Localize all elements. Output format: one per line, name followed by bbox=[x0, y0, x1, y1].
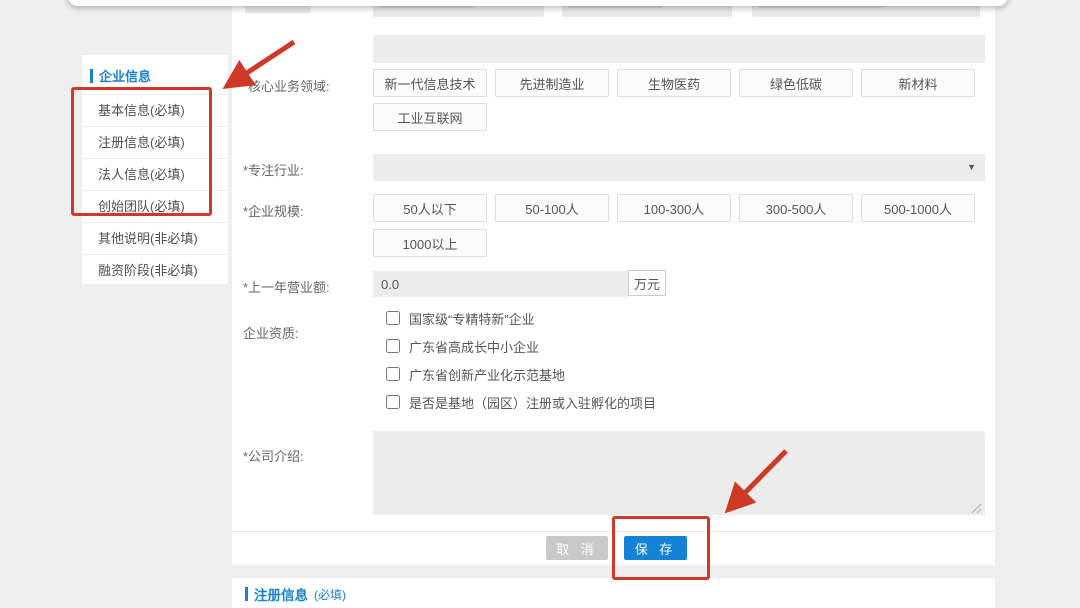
scale-option-100-300[interactable]: 100-300人 bbox=[617, 194, 731, 222]
section-marker-bar bbox=[90, 69, 93, 83]
core-option-new-it[interactable]: 新一代信息技术 bbox=[373, 69, 487, 97]
qualification-checkbox-2[interactable] bbox=[386, 339, 400, 353]
qualification-option-label: 国家级“专精特新”企业 bbox=[409, 309, 535, 328]
qualification-option-label: 广东省高成长中小企业 bbox=[409, 337, 539, 356]
company-intro-textarea[interactable] bbox=[373, 431, 985, 515]
sidebar-header: 企业信息 bbox=[82, 55, 228, 94]
qualification-checkbox-1[interactable] bbox=[386, 311, 400, 325]
qualifications-label: 企业资质: bbox=[243, 323, 299, 342]
revenue-unit: 万元 bbox=[628, 270, 666, 296]
window-bottom-bar bbox=[68, 0, 1008, 6]
page: *核心业务领域: 新一代信息技术 先进制造业 生物医药 绿色低碳 新材料 工业互… bbox=[0, 0, 1080, 608]
company-intro-label: *公司介绍: bbox=[243, 446, 304, 465]
sidebar: 企业信息 基本信息(必填) 注册信息(必填) 法人信息(必填) 创始团队(必填)… bbox=[82, 55, 228, 284]
core-option-new-materials[interactable]: 新材料 bbox=[861, 69, 975, 97]
scale-option-50-100[interactable]: 50-100人 bbox=[495, 194, 609, 222]
sidebar-item-founding-team[interactable]: 创始团队(必填) bbox=[82, 190, 228, 222]
footer-divider bbox=[232, 531, 995, 532]
industry-label: *专注行业: bbox=[243, 160, 304, 179]
section-marker-bar bbox=[245, 587, 248, 601]
cancel-button[interactable]: 取 消 bbox=[546, 536, 608, 560]
register-info-panel bbox=[232, 578, 995, 608]
sidebar-item-basic-info[interactable]: 基本信息(必填) bbox=[82, 94, 228, 126]
revenue-input[interactable] bbox=[373, 271, 628, 297]
business-field-input[interactable] bbox=[373, 35, 985, 63]
revenue-label: *上一年营业额: bbox=[243, 277, 330, 296]
qualification-checkbox-4[interactable] bbox=[386, 395, 400, 409]
sidebar-item-legal-person[interactable]: 法人信息(必填) bbox=[82, 158, 228, 190]
qualification-checkbox-3[interactable] bbox=[386, 367, 400, 381]
core-business-label: *核心业务领域: bbox=[243, 76, 330, 95]
save-button[interactable]: 保 存 bbox=[624, 536, 687, 560]
resize-handle-icon[interactable] bbox=[971, 503, 982, 514]
core-option-industrial-internet[interactable]: 工业互联网 bbox=[373, 103, 487, 131]
scale-option-under-50[interactable]: 50人以下 bbox=[373, 194, 487, 222]
register-info-required-tag: (必填) bbox=[314, 586, 346, 603]
core-option-adv-manufacturing[interactable]: 先进制造业 bbox=[495, 69, 609, 97]
scale-option-over-1000[interactable]: 1000以上 bbox=[373, 229, 487, 257]
sidebar-title: 企业信息 bbox=[99, 66, 151, 85]
sidebar-item-financing-stage[interactable]: 融资阶段(非必填) bbox=[82, 254, 228, 286]
scale-option-500-1000[interactable]: 500-1000人 bbox=[861, 194, 975, 222]
industry-select[interactable]: ▼ bbox=[373, 154, 985, 181]
register-info-title: 注册信息 bbox=[254, 584, 308, 604]
sidebar-item-other-notes[interactable]: 其他说明(非必填) bbox=[82, 222, 228, 254]
sidebar-item-register-info[interactable]: 注册信息(必填) bbox=[82, 126, 228, 158]
core-option-biomedicine[interactable]: 生物医药 bbox=[617, 69, 731, 97]
qualification-option-label: 广东省创新产业化示范基地 bbox=[409, 365, 565, 384]
scale-option-300-500[interactable]: 300-500人 bbox=[739, 194, 853, 222]
qualification-option-label: 是否是基地（园区）注册或入驻孵化的项目 bbox=[409, 393, 656, 412]
core-option-green-lowcarbon[interactable]: 绿色低碳 bbox=[739, 69, 853, 97]
qualification-row[interactable]: 是否是基地（园区）注册或入驻孵化的项目 bbox=[386, 393, 656, 411]
qualification-row[interactable]: 广东省高成长中小企业 bbox=[386, 337, 539, 355]
chevron-down-icon: ▼ bbox=[967, 162, 976, 172]
register-info-header: 注册信息 (必填) bbox=[245, 584, 346, 604]
qualification-row[interactable]: 广东省创新产业化示范基地 bbox=[386, 365, 565, 383]
qualification-row[interactable]: 国家级“专精特新”企业 bbox=[386, 309, 535, 327]
scale-label: *企业规模: bbox=[243, 201, 304, 220]
